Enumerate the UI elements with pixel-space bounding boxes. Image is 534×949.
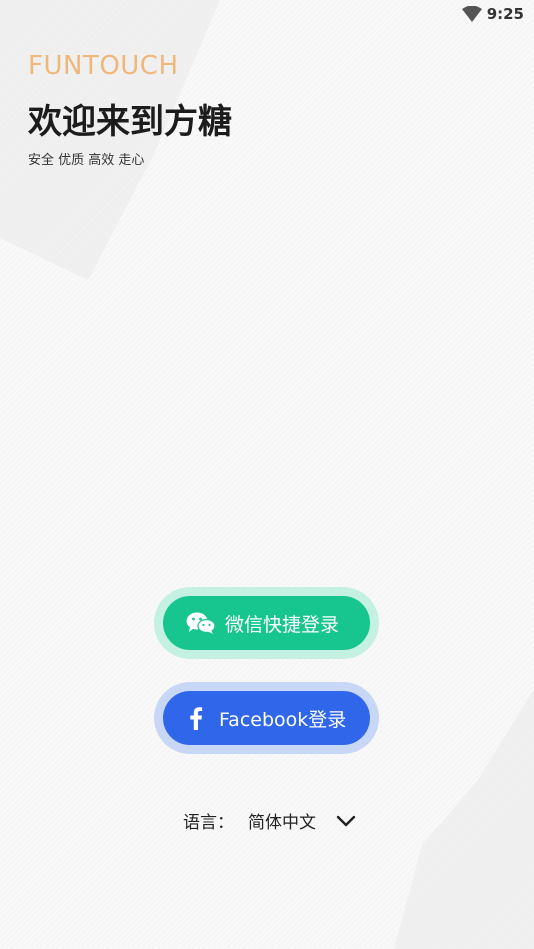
wifi-icon bbox=[462, 6, 482, 22]
language-selector[interactable]: 语言： 简体中文 bbox=[183, 808, 356, 833]
page-subtitle: 安全 优质 高效 走心 bbox=[28, 153, 145, 168]
wechat-icon bbox=[183, 609, 219, 637]
status-bar: 9:25 bbox=[0, 0, 534, 30]
facebook-icon bbox=[185, 704, 207, 732]
facebook-login-label: Facebook登录 bbox=[219, 708, 347, 731]
brand-logo-text: FUNTOUCH bbox=[28, 51, 179, 81]
chevron-down-icon[interactable] bbox=[336, 814, 356, 828]
wechat-login-label: 微信快捷登录 bbox=[225, 613, 340, 636]
facebook-login-button[interactable]: Facebook登录 bbox=[163, 691, 370, 745]
language-value[interactable]: 简体中文 bbox=[248, 808, 316, 833]
status-time: 9:25 bbox=[486, 5, 524, 23]
page-title: 欢迎来到方糖 bbox=[28, 102, 232, 142]
language-label: 语言： bbox=[183, 813, 234, 833]
background-shape-bottom bbox=[394, 689, 534, 949]
wechat-login-button[interactable]: 微信快捷登录 bbox=[163, 596, 370, 650]
